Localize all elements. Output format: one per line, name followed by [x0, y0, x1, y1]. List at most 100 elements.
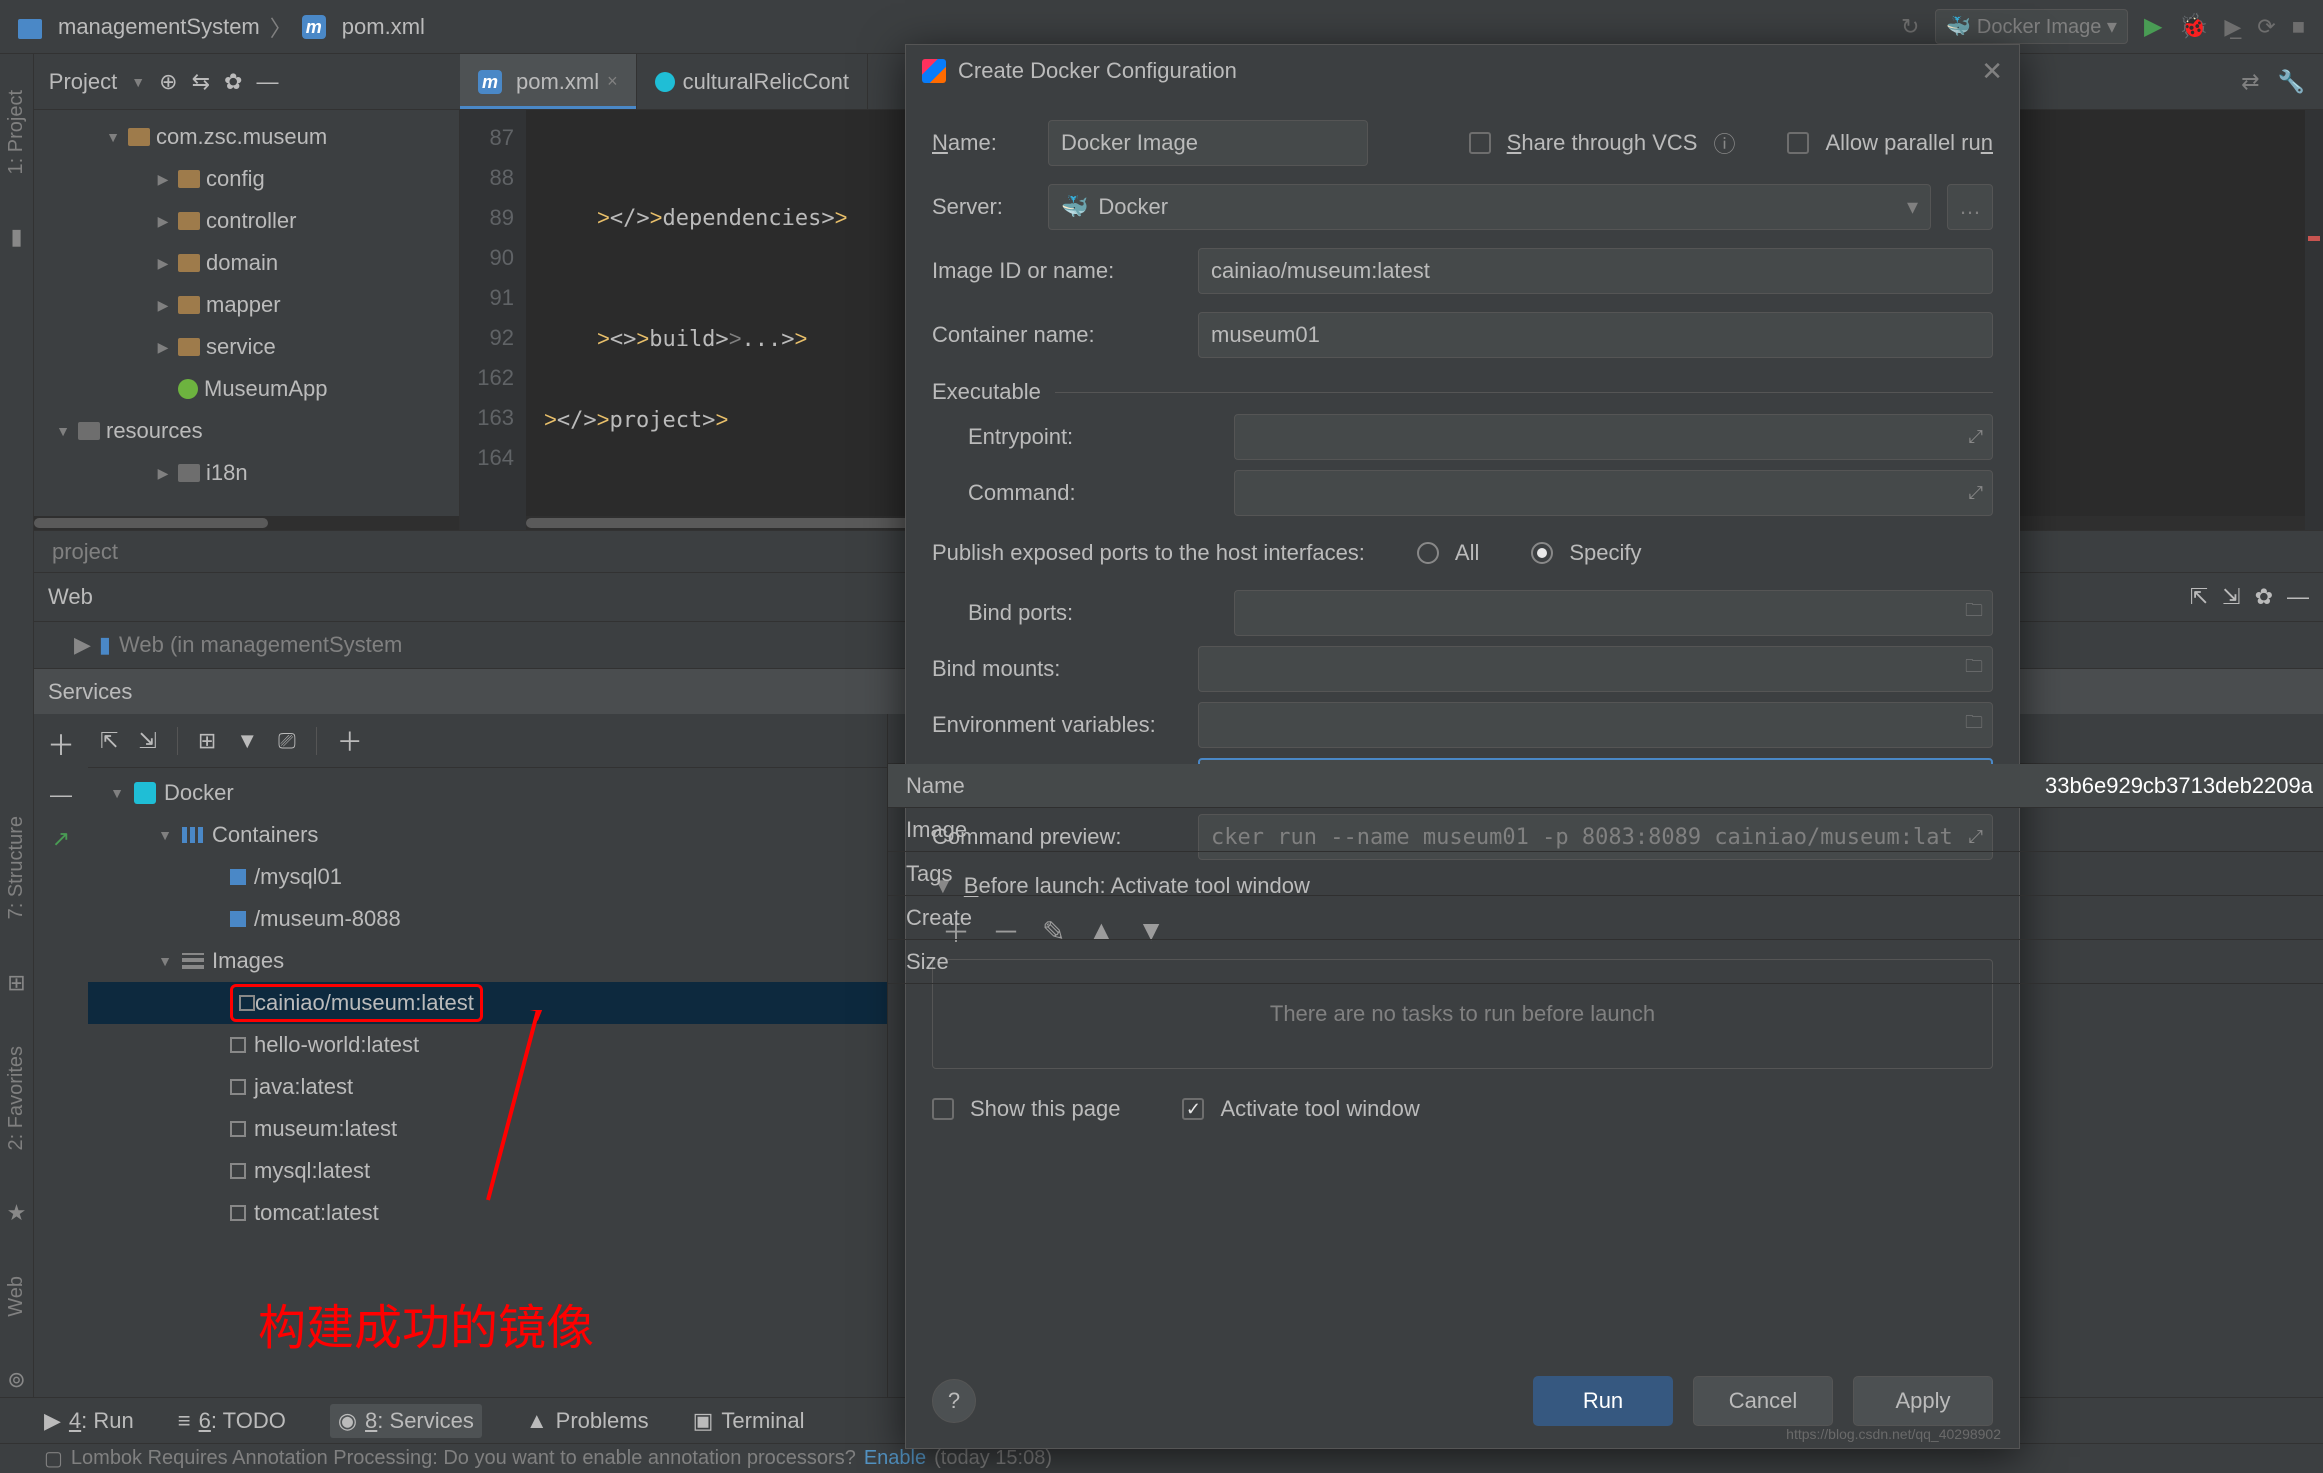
settings-icon[interactable]: ✿	[224, 69, 242, 95]
tree-item[interactable]: mapper	[34, 284, 459, 326]
bottom-tool-6-todo[interactable]: ≡6: TODO	[178, 1408, 286, 1434]
editor-actions-icon[interactable]: 🔧	[2278, 69, 2305, 95]
service-item[interactable]: /mysql01	[88, 856, 887, 898]
entrypoint-input[interactable]	[1234, 414, 1993, 460]
stripe-project[interactable]: 1: Project	[5, 90, 28, 174]
svc-add-icon[interactable]: ＋	[337, 722, 363, 759]
stripe-favorites[interactable]: 2: Favorites	[5, 1046, 28, 1150]
browse-icon[interactable]: 🗀	[1965, 598, 1983, 628]
chevron-icon[interactable]	[108, 785, 126, 801]
service-item[interactable]: /museum-8088	[88, 898, 887, 940]
tree-item[interactable]: domain	[34, 242, 459, 284]
stripe-structure[interactable]: 7: Structure	[5, 816, 28, 919]
collapse-service-icon[interactable]: —	[50, 782, 72, 808]
web-settings-icon[interactable]: ✿	[2255, 584, 2273, 610]
sync-icon[interactable]: ↻	[1901, 14, 1919, 40]
editor-settings-icon[interactable]: ⇄	[2241, 69, 2259, 95]
tree-item[interactable]: com.zsc.museum	[34, 116, 459, 158]
add-service-icon[interactable]: ＋	[47, 724, 75, 764]
debug-button[interactable]: 🐞	[2178, 12, 2208, 41]
parallel-run-checkbox[interactable]	[1787, 132, 1809, 154]
service-item[interactable]: tomcat:latest	[88, 1192, 887, 1234]
browse-icon[interactable]: 🗀	[1965, 654, 1983, 684]
radio-specify[interactable]	[1531, 542, 1553, 564]
svc-expand-icon[interactable]: ⇱	[100, 728, 118, 754]
tree-item[interactable]: config	[34, 158, 459, 200]
dialog-close-icon[interactable]: ✕	[1981, 56, 2003, 87]
chevron-icon[interactable]	[154, 297, 172, 314]
chevron-icon[interactable]	[156, 827, 174, 843]
name-input[interactable]	[1048, 120, 1368, 166]
svc-grid-icon[interactable]: ⊞	[198, 728, 216, 754]
bottom-tool-terminal[interactable]: ▣Terminal	[693, 1408, 805, 1434]
expand-icon[interactable]: ⇆	[192, 69, 210, 95]
chevron-icon[interactable]	[154, 255, 172, 272]
help-button[interactable]: ?	[932, 1379, 976, 1423]
server-more-button[interactable]: …	[1947, 184, 1993, 230]
stop-button[interactable]: ■	[2292, 14, 2305, 40]
help-hint-icon[interactable]: ⓘ	[1713, 127, 1735, 159]
chevron-icon[interactable]	[154, 171, 172, 188]
svc-layout-icon[interactable]: ⎚	[278, 728, 296, 754]
bind-ports-input[interactable]	[1234, 590, 1993, 636]
chevron-icon[interactable]	[104, 129, 122, 145]
tree-item[interactable]: i18n	[34, 452, 459, 494]
radio-all[interactable]	[1417, 542, 1439, 564]
share-vcs-checkbox[interactable]	[1469, 132, 1491, 154]
svc-filter-icon[interactable]: ▼	[236, 728, 258, 754]
expand-field-icon[interactable]: ⤢	[1969, 427, 1983, 448]
stripe-bookmark-icon[interactable]: ▮	[10, 224, 22, 250]
web-hide-icon[interactable]: —	[2287, 584, 2309, 610]
service-item[interactable]: Images	[88, 940, 887, 982]
stripe-structure-icon[interactable]: ⊞	[7, 970, 25, 996]
image-id-input[interactable]	[1198, 248, 1993, 294]
tree-item[interactable]: controller	[34, 200, 459, 242]
cancel-button[interactable]: Cancel	[1693, 1376, 1833, 1426]
stripe-web-icon[interactable]: ⊚	[7, 1367, 25, 1393]
bottom-tool-problems[interactable]: ▲Problems	[526, 1408, 649, 1434]
service-item[interactable]: Docker	[88, 772, 887, 814]
tree-hscrollbar[interactable]	[34, 516, 459, 530]
service-item[interactable]: Containers	[88, 814, 887, 856]
show-page-checkbox[interactable]	[932, 1098, 954, 1120]
open-arrow-icon[interactable]: ↗	[52, 826, 70, 852]
chevron-icon[interactable]	[54, 423, 72, 439]
project-view-dropdown[interactable]: ▼	[131, 74, 145, 90]
locate-icon[interactable]: ⊕	[159, 69, 177, 95]
status-icon[interactable]: ▢	[44, 1446, 63, 1471]
expand-field-icon[interactable]: ⤢	[1969, 483, 1983, 504]
service-item[interactable]: hello-world:latest	[88, 1024, 887, 1066]
stripe-web[interactable]: Web	[5, 1276, 28, 1317]
project-panel-title[interactable]: Project	[49, 69, 117, 95]
close-tab-icon[interactable]: ×	[607, 71, 618, 92]
status-link-enable[interactable]: Enable	[864, 1447, 926, 1470]
service-item[interactable]: mysql:latest	[88, 1150, 887, 1192]
run-button[interactable]: Run	[1533, 1376, 1673, 1426]
coverage-button[interactable]: ▶̲	[2224, 14, 2241, 40]
bottom-tool-8-services[interactable]: ◉8: Services	[330, 1404, 482, 1438]
chevron-icon[interactable]	[154, 339, 172, 356]
web-expand-icon[interactable]: ⇱	[2190, 584, 2208, 610]
tree-item[interactable]: service	[34, 326, 459, 368]
run-button[interactable]: ▶	[2144, 12, 2162, 41]
server-combo[interactable]: 🐳 Docker ▾	[1048, 184, 1931, 230]
hide-icon[interactable]: —	[256, 69, 278, 95]
breadcrumb-project[interactable]: managementSystem	[58, 14, 260, 40]
stripe-star-icon[interactable]: ★	[7, 1200, 27, 1226]
breadcrumb-file[interactable]: pom.xml	[342, 14, 425, 40]
service-item[interactable]: java:latest	[88, 1066, 887, 1108]
tree-item[interactable]: MuseumApp	[34, 368, 459, 410]
tab-pom-xml[interactable]: m pom.xml ×	[460, 54, 637, 109]
tab-cultural-relic[interactable]: culturalRelicCont	[637, 54, 868, 109]
browse-icon[interactable]: 🗀	[1965, 710, 1983, 740]
command-input[interactable]	[1234, 470, 1993, 516]
svc-collapse-icon[interactable]: ⇲	[138, 728, 156, 754]
container-name-input[interactable]	[1198, 312, 1993, 358]
apply-button[interactable]: Apply	[1853, 1376, 1993, 1426]
activate-tool-window-checkbox[interactable]	[1182, 1098, 1204, 1120]
service-item[interactable]: museum:latest	[88, 1108, 887, 1150]
services-tree[interactable]: DockerContainers/mysql01/museum-8088Imag…	[88, 768, 887, 1413]
env-vars-input[interactable]	[1198, 702, 1993, 748]
chevron-icon[interactable]	[154, 465, 172, 482]
tree-item[interactable]: resources	[34, 410, 459, 452]
